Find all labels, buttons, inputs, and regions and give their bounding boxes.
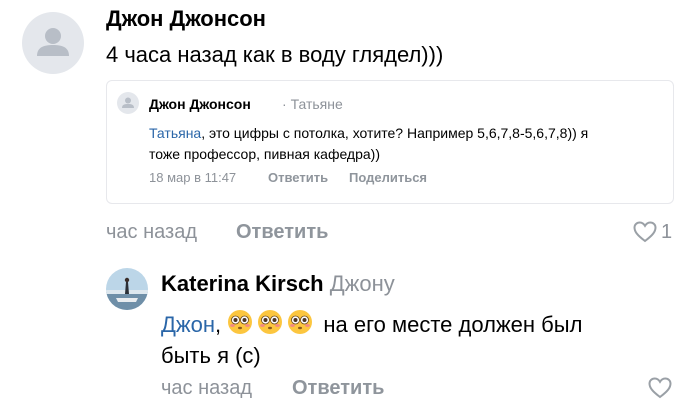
quote-date: 18 мар в 11:47 [149, 170, 237, 185]
reply-to[interactable]: Джону [330, 271, 395, 296]
user-placeholder-icon [122, 97, 134, 108]
mention-link[interactable]: Татьяна [149, 125, 201, 141]
quote-avatar [117, 92, 139, 114]
quote-reply-button[interactable]: Ответить [268, 170, 328, 185]
flushed-face-emoji [288, 310, 313, 334]
comment-text-line2: быть я (с) [161, 343, 261, 368]
avatar[interactable] [22, 12, 84, 74]
avatar[interactable] [106, 268, 148, 310]
comment-time: час назад [161, 377, 253, 399]
comment-author[interactable]: Джон Джонсон [106, 6, 266, 32]
like-button[interactable] [633, 221, 657, 243]
profile-photo [106, 268, 148, 310]
comment-text: 4 часа назад как в воду глядел))) [106, 42, 444, 67]
comment-author[interactable]: Katerina Kirsch [161, 271, 324, 296]
flushed-face-emoji [258, 310, 283, 334]
comment-text: Джон, на его месте должен был [161, 309, 582, 338]
quote-author[interactable]: Джон Джонсон [149, 96, 251, 112]
comment-time: час назад [106, 221, 198, 243]
reply-button[interactable]: Ответить [292, 377, 384, 400]
comment-text-line1: на его месте должен был [323, 312, 583, 337]
mention-link[interactable]: Джон [161, 312, 215, 337]
quote-text-line2: тоже профессор, пивная кафедра)) [149, 146, 380, 162]
user-placeholder-icon [37, 28, 69, 56]
quote-reply-to-name[interactable]: Татьяне [291, 96, 343, 112]
quote-text: Татьяна, это цифры с потолка, хотите? На… [149, 123, 664, 144]
quote-reply-to: · Татьяне [282, 96, 343, 112]
quote-share-button[interactable]: Поделиться [349, 170, 427, 185]
quote-text-line1: , это цифры с потолка, хотите? Например … [201, 125, 589, 141]
heart-icon [648, 377, 672, 399]
like-count: 1 [661, 221, 673, 243]
flushed-face-emoji [228, 310, 253, 334]
like-button[interactable] [648, 377, 672, 399]
heart-icon [633, 221, 657, 243]
comment-header: Katerina Kirsch Джону [161, 271, 395, 297]
reply-button[interactable]: Ответить [236, 221, 328, 244]
